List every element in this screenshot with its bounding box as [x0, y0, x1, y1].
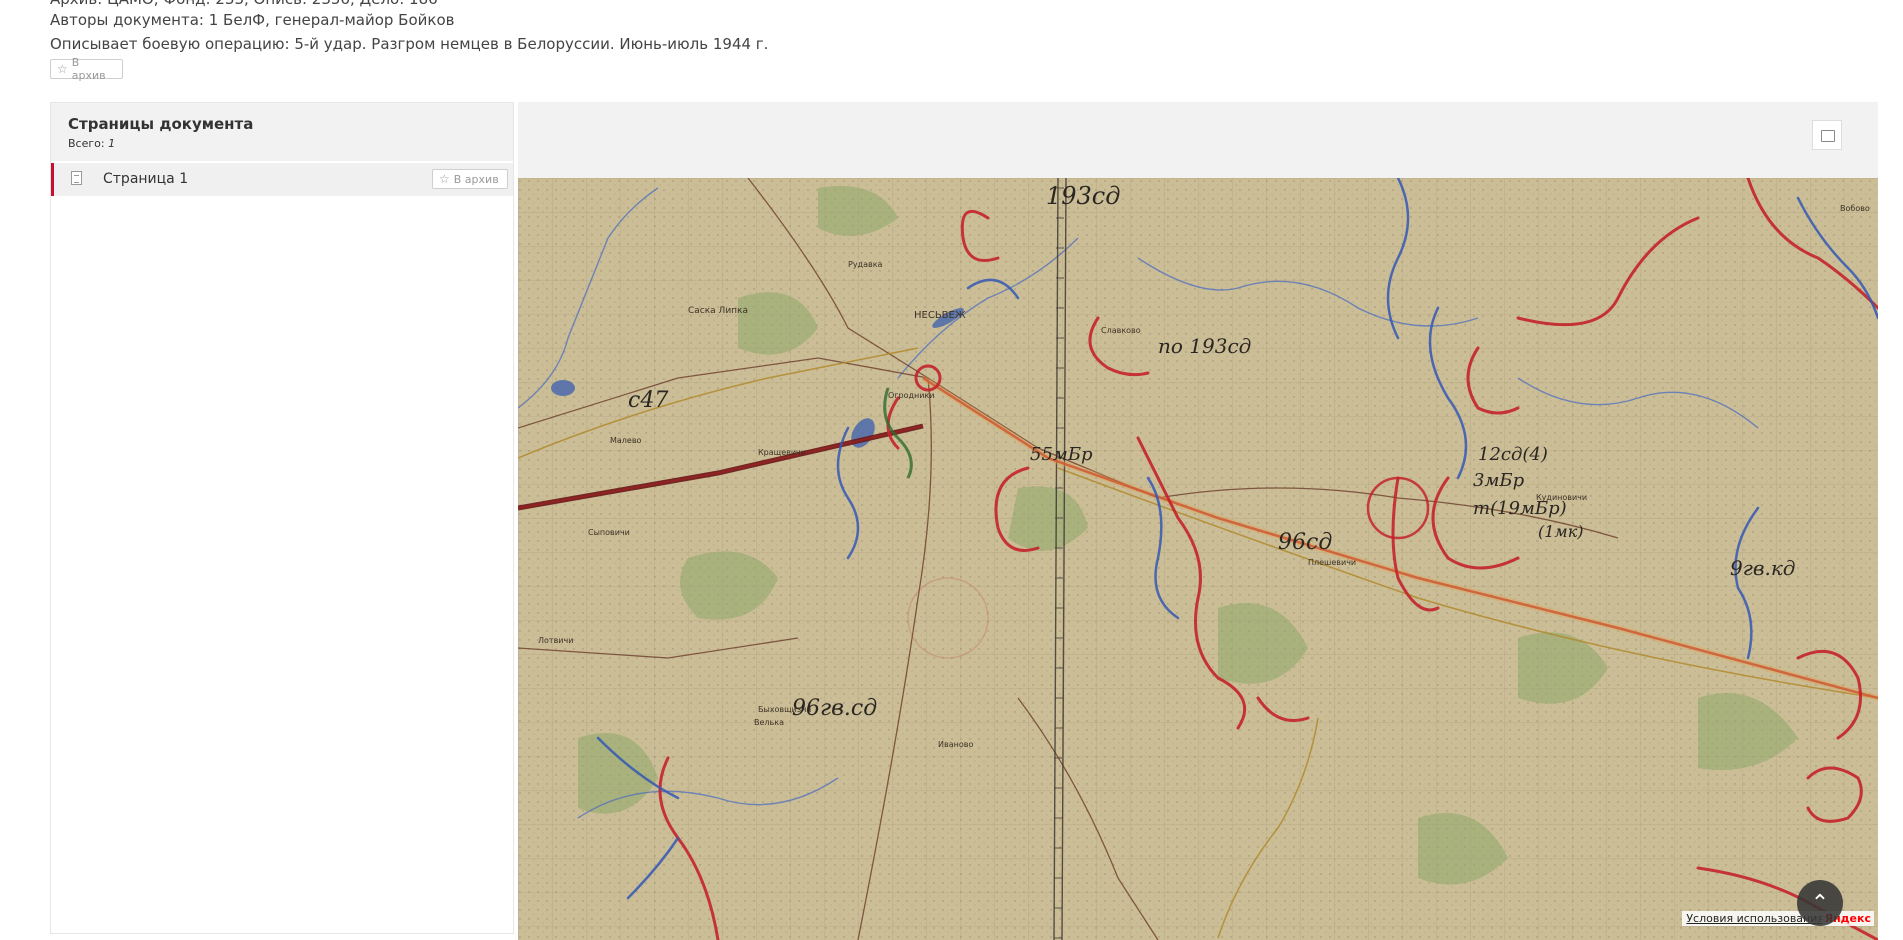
page-add-to-archive-button[interactable]: ☆ В архив: [432, 169, 508, 189]
map-place-label: Огродники: [888, 391, 935, 400]
map-unit-label: 55мБр: [1030, 444, 1093, 465]
map-place-label: Рудавка: [848, 260, 883, 269]
map-place-label: Саска Липка: [688, 306, 749, 316]
map-unit-label: 3мБр: [1473, 470, 1525, 491]
map-unit-label: по 193сд: [1158, 334, 1252, 358]
pages-total-label: Всего:: [68, 137, 105, 150]
map-drawing: [518, 178, 1878, 940]
pages-total-value: 1: [108, 137, 116, 150]
document-pages-panel: Страницы документа Всего: 1 Страница 1 ☆…: [50, 102, 514, 934]
chevron-up-icon: ⌃: [1810, 890, 1830, 916]
map-place-label: Сыповичи: [588, 528, 630, 537]
map-unit-label: 9гв.кд: [1730, 556, 1796, 580]
document-authors: Авторы документа: 1 БелФ, генерал-майор …: [50, 11, 455, 29]
map-image[interactable]: НЕСЬВЕЖ Саска Липка Рудавка Кращевичи Ог…: [518, 178, 1878, 940]
scroll-to-top-button[interactable]: ⌃: [1797, 880, 1843, 926]
pages-panel-title: Страницы документа: [68, 115, 254, 133]
map-unit-label: (1мк): [1538, 522, 1584, 541]
page-add-to-archive-label: В архив: [453, 172, 499, 186]
pages-total: Всего: 1: [68, 137, 115, 150]
map-unit-label: т(19мБр): [1473, 498, 1567, 519]
document-page-icon: [71, 171, 82, 185]
map-unit-label: 12сд(4): [1478, 444, 1548, 465]
map-place-label: Велька: [754, 718, 784, 727]
document-archive-ref: Архив: ЦАМО, Фонд: 233, Опись: 2356, Дел…: [50, 0, 438, 8]
page-list-item[interactable]: Страница 1 ☆ В архив: [51, 163, 513, 196]
map-place-label: Славково: [1101, 326, 1141, 335]
star-icon: ☆: [439, 172, 450, 186]
map-place-label: Ивановo: [938, 740, 974, 749]
page-item-label[interactable]: Страница 1: [103, 171, 188, 187]
map-unit-label: с47: [628, 388, 669, 413]
map-place-label: Плешевичи: [1308, 558, 1357, 567]
map-place-label: НЕСЬВЕЖ: [914, 310, 966, 321]
pages-panel-header: Страницы документа Всего: 1: [51, 103, 513, 161]
map-unit-label: 193сд: [1046, 182, 1121, 210]
map-place-label: Малево: [610, 436, 642, 445]
map-place-label: Кращевичи: [758, 448, 806, 457]
document-operation: Описывает боевую операцию: 5-й удар. Раз…: [50, 35, 769, 53]
fullscreen-toggle-button[interactable]: [1812, 120, 1842, 150]
star-icon: ☆: [57, 62, 68, 76]
page-viewer: НЕСЬВЕЖ Саска Липка Рудавка Кращевичи Ог…: [518, 102, 1878, 940]
map-unit-label: 96гв.сд: [792, 696, 878, 721]
add-to-archive-button[interactable]: ☆ В архив: [50, 56, 123, 82]
map-place-label: Вобово: [1840, 204, 1870, 213]
map-unit-label: 96сд: [1278, 530, 1333, 555]
add-to-archive-label: В архив: [71, 56, 106, 82]
map-place-label: Лотвичи: [538, 636, 574, 645]
